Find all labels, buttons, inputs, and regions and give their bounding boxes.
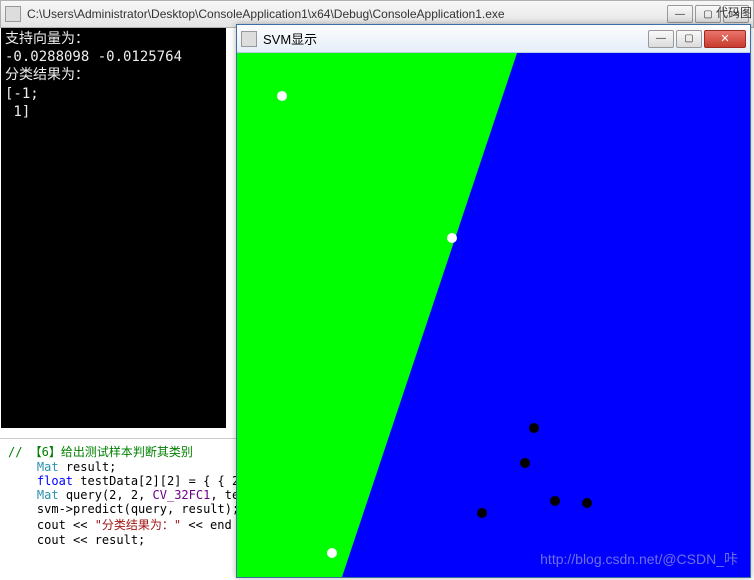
close-button[interactable]: ✕ (704, 30, 746, 48)
code-comment: // 【6】给出测试样本判断其类别 (8, 445, 193, 459)
svm-title: SVM显示 (263, 29, 648, 48)
code-type: Mat (37, 488, 59, 502)
code-type: Mat (37, 460, 59, 474)
maximize-button[interactable]: ▢ (676, 30, 702, 48)
minimize-button[interactable]: — (667, 5, 693, 23)
code-text: result; (59, 460, 117, 474)
console-title: C:\Users\Administrator\Desktop\ConsoleAp… (27, 7, 667, 21)
code-pane: // 【6】给出测试样本判断其类别 Mat result; float test… (0, 438, 238, 578)
window-icon (241, 31, 257, 47)
svm-window-controls: — ▢ ✕ (648, 30, 746, 48)
app-icon (5, 6, 21, 22)
console-line: 支持向量为： (5, 31, 89, 47)
svm-window: SVM显示 — ▢ ✕ http://blog.csdn.net/@CSDN_咔 (236, 24, 751, 578)
minimize-button[interactable]: — (648, 30, 674, 48)
svm-plot (237, 53, 750, 577)
console-line: [-1; (5, 86, 39, 102)
code-keyword: float (37, 474, 73, 488)
console-line: -0.0288098 -0.0125764 (5, 49, 182, 65)
code-text: svm->predict(query, result); (37, 502, 238, 516)
code-text: cout << result; (37, 533, 145, 547)
code-text: testData[2][2] = { { 20 (73, 474, 238, 488)
console-line: 分类结果为： (5, 67, 89, 83)
svm-canvas-area: http://blog.csdn.net/@CSDN_咔 (237, 53, 750, 577)
code-macro: CV_32FC1 (153, 488, 211, 502)
code-text: , tes (210, 488, 238, 502)
code-string: "分类结果为：" (95, 518, 181, 532)
code-text: cout << (37, 518, 95, 532)
code-text: << end (181, 518, 232, 532)
code-text: query(2, 2, (59, 488, 153, 502)
svm-titlebar[interactable]: SVM显示 — ▢ ✕ (237, 25, 750, 53)
console-line: 1] (5, 104, 30, 120)
console-output: 支持向量为： -0.0288098 -0.0125764 分类结果为： [-1;… (1, 28, 226, 428)
side-label[interactable]: 代码图 (716, 4, 752, 21)
